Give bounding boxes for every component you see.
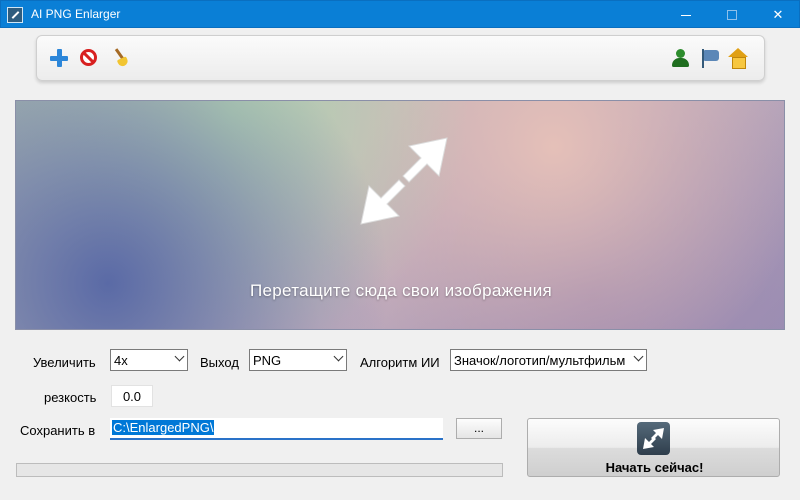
home-icon[interactable] [728,48,748,69]
image-drop-zone[interactable]: Перетащите сюда свои изображения [15,100,785,330]
add-files-icon[interactable] [49,48,69,68]
save-to-label: Сохранить в [20,423,96,438]
output-value: PNG [253,353,282,368]
title-bar: AI PNG Enlarger ✕ [0,0,800,28]
close-button[interactable]: ✕ [755,1,800,29]
maximize-icon [727,10,737,20]
minimize-button[interactable] [663,1,709,29]
window-title: AI PNG Enlarger [31,7,121,21]
sharpness-label: резкость [44,390,97,405]
browse-button[interactable]: ... [456,418,502,439]
clear-list-icon[interactable] [110,48,130,68]
app-icon [7,7,23,23]
remove-file-icon[interactable] [80,49,97,66]
start-button-label: Начать сейчас! [605,460,704,475]
output-folder-input[interactable]: C:\EnlargedPNG\ [110,418,443,440]
chevron-down-icon [333,351,344,362]
close-icon: ✕ [772,7,784,22]
maximize-button[interactable] [709,1,755,29]
drop-hint-text: Перетащите сюда свои изображения [249,281,553,300]
output-folder-value: C:\EnlargedPNG\ [112,420,215,435]
user-icon[interactable] [671,48,691,68]
sharpness-input[interactable]: 0.0 [111,385,153,407]
resize-arrow-icon [360,137,448,225]
language-flag-icon[interactable] [700,48,720,68]
toolbar [36,35,765,81]
scale-label: Увеличить [33,355,96,370]
progress-bar [16,463,503,477]
output-label: Выход [200,355,239,370]
algorithm-value: Значок/логотип/мультфильм [454,353,626,368]
chevron-down-icon [174,351,185,362]
minimize-icon [681,14,691,16]
enlarge-icon [637,422,670,455]
algorithm-select[interactable]: Значок/логотип/мультфильм [450,349,647,371]
output-format-select[interactable]: PNG [249,349,347,371]
chevron-down-icon [633,351,644,362]
scale-value: 4x [114,353,128,368]
algorithm-label: Алгоритм ИИ [360,355,440,370]
start-button[interactable]: Начать сейчас! [527,418,780,477]
scale-select[interactable]: 4x [110,349,188,371]
